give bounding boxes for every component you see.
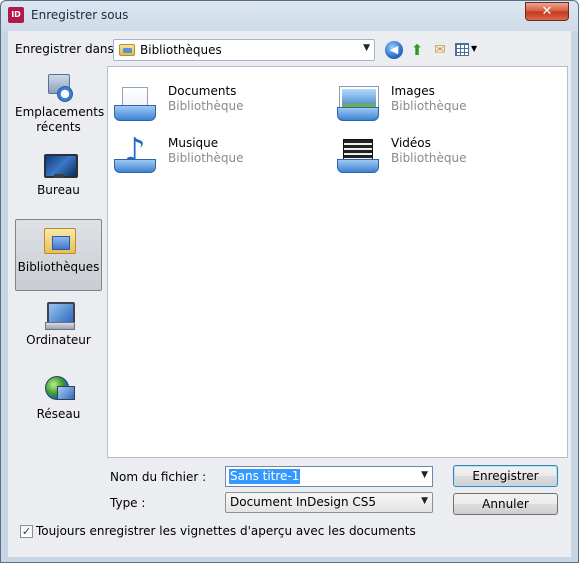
save-button[interactable]: Enregistrer [453, 465, 558, 487]
library-type: Bibliothèque [391, 151, 467, 165]
music-library-icon [114, 131, 156, 173]
up-one-level-icon[interactable]: ⬆ [408, 41, 426, 59]
thumbnails-checkbox[interactable]: ✓ [20, 525, 33, 538]
library-type: Bibliothèque [168, 99, 244, 113]
place-label: Bureau [37, 183, 80, 197]
desktop-icon [43, 150, 78, 180]
type-label: Type : [110, 496, 146, 510]
thumbnails-label[interactable]: Toujours enregistrer les vignettes d'ape… [36, 524, 416, 538]
place-label-line2: récents [36, 120, 81, 134]
views-menu-button[interactable]: ▼ [455, 41, 481, 59]
library-name: Documents [168, 84, 237, 98]
window-title: Enregistrer sous [31, 8, 129, 22]
filename-value: Sans titre-1 [229, 469, 301, 484]
library-item-images[interactable]: Images Bibliothèque [333, 81, 533, 125]
library-name: Images [391, 84, 435, 98]
videos-library-icon [337, 139, 379, 173]
library-item-documents[interactable]: Documents Bibliothèque [110, 81, 310, 125]
save-in-value: Bibliothèques [140, 43, 222, 57]
chevron-down-icon[interactable]: ▼ [421, 470, 428, 480]
library-type: Bibliothèque [168, 151, 244, 165]
documents-library-icon [114, 87, 156, 121]
library-item-videos[interactable]: Vidéos Bibliothèque [333, 133, 533, 177]
place-libraries[interactable]: Bibliothèques [15, 219, 102, 291]
save-in-label: Enregistrer dans : [15, 42, 122, 56]
place-label: Réseau [36, 407, 81, 421]
network-icon [43, 374, 75, 404]
file-type-select[interactable]: Document InDesign CS5 ▼ [225, 492, 433, 513]
place-desktop[interactable]: Bureau [15, 150, 102, 200]
indesign-app-icon: ID [8, 7, 24, 23]
place-label: Emplacements [15, 105, 105, 119]
place-recent-places[interactable]: Emplacements récents [15, 72, 105, 140]
place-label: Ordinateur [26, 333, 91, 347]
chevron-down-icon: ▼ [421, 496, 428, 506]
library-name: Musique [168, 136, 219, 150]
libraries-folder-icon [119, 44, 135, 56]
chevron-down-icon: ▼ [363, 43, 370, 53]
chevron-down-icon: ▼ [471, 44, 478, 53]
place-label: Bibliothèques [17, 260, 100, 274]
cancel-button[interactable]: Annuler [453, 493, 558, 515]
title-bar[interactable]: ID Enregistrer sous ✕ [1, 1, 578, 29]
place-computer[interactable]: Ordinateur [15, 300, 102, 350]
images-library-icon [337, 86, 379, 121]
libraries-icon [43, 224, 76, 254]
place-network[interactable]: Réseau [15, 374, 102, 424]
filename-input[interactable]: Sans titre-1 ▼ [225, 466, 433, 487]
computer-icon [43, 300, 75, 330]
new-folder-icon[interactable]: ✉ [431, 41, 449, 59]
back-icon[interactable]: ◀ [385, 41, 403, 59]
views-icon [455, 43, 469, 56]
library-name: Vidéos [391, 136, 431, 150]
library-item-music[interactable]: Musique Bibliothèque [110, 131, 310, 177]
close-button[interactable]: ✕ [525, 2, 569, 21]
save-as-dialog: ID Enregistrer sous ✕ Enregistrer dans :… [0, 0, 579, 563]
file-type-value: Document InDesign CS5 [230, 495, 377, 509]
file-list-view[interactable]: Documents Bibliothèque Images Bibliothèq… [107, 66, 568, 458]
recent-places-icon [43, 72, 75, 102]
library-type: Bibliothèque [391, 99, 467, 113]
filename-label: Nom du fichier : [110, 470, 207, 484]
save-in-dropdown[interactable]: Bibliothèques ▼ [113, 39, 375, 61]
places-bar: Emplacements récents Bureau Bibliothèque… [15, 66, 105, 458]
